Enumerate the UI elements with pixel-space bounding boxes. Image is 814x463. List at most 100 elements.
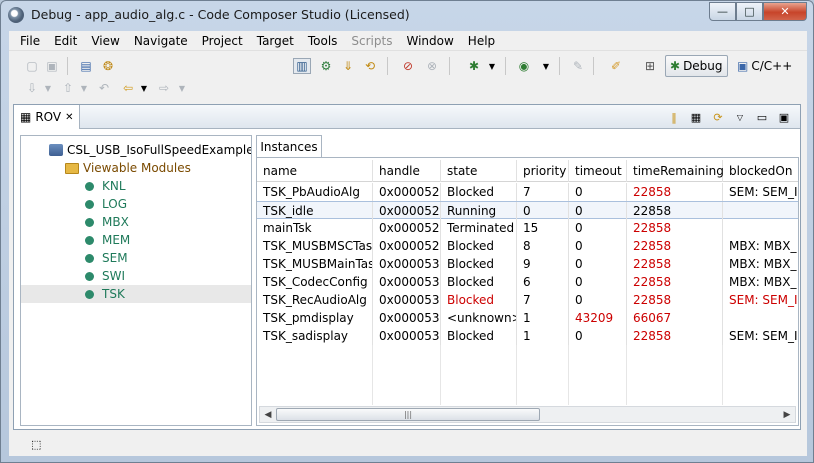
debug-bug-icon[interactable]: ✱: [465, 58, 483, 74]
table-row[interactable]: TSK_RecAudioAlg0x00005360Blocked7022858S…: [257, 291, 798, 309]
column-header-name[interactable]: name: [257, 160, 373, 182]
menu-tools[interactable]: Tools: [301, 34, 345, 48]
refresh-icon[interactable]: ⟳: [710, 109, 726, 125]
edit-icon[interactable]: ✎: [569, 58, 587, 74]
column-header-timeout[interactable]: timeout: [569, 160, 627, 182]
menu-window[interactable]: Window: [399, 34, 460, 48]
column-header-time-remaining[interactable]: timeRemaining: [627, 160, 724, 182]
close-button[interactable]: ✕: [763, 2, 807, 21]
pause-icon[interactable]: ‖: [666, 109, 682, 125]
cell-state: Running: [441, 202, 517, 220]
table-view-icon[interactable]: ▦: [688, 109, 704, 125]
menu-view[interactable]: View: [84, 34, 126, 48]
forward-dropdown-icon[interactable]: ▼: [173, 80, 191, 96]
scroll-right-icon[interactable]: ▶: [780, 408, 794, 421]
save-icon[interactable]: ▣: [43, 58, 61, 74]
run-dropdown-icon[interactable]: ▼: [537, 58, 555, 74]
search-files-icon[interactable]: ▤: [77, 58, 95, 74]
menu-help[interactable]: Help: [461, 34, 502, 48]
scrollbar-thumb[interactable]: |||: [276, 408, 540, 421]
cell-timeremaining: 22858: [627, 183, 723, 201]
fast-view-icon[interactable]: ⬚: [31, 438, 45, 452]
column-header-handle[interactable]: handle: [373, 160, 441, 182]
breakpoint-icon[interactable]: ⊘: [399, 58, 417, 74]
column-header-blocked-on[interactable]: blockedOn: [723, 160, 798, 182]
module-icon: [85, 217, 94, 227]
cell-handle: 0x000053b8: [373, 327, 441, 345]
cell-timeremaining: 22858: [627, 327, 723, 345]
tree-item-sem[interactable]: SEM: [85, 249, 251, 267]
table-row[interactable]: TSK_CodecConfig0x00005334Blocked6022858M…: [257, 273, 798, 291]
tree-item-tsk[interactable]: TSK: [21, 285, 251, 303]
cell-state: Terminated: [441, 219, 517, 237]
cell-blockedon: [723, 219, 798, 237]
next-annotation-dropdown-icon[interactable]: ▼: [39, 80, 57, 96]
table-row[interactable]: TSK_PbAudioAlg0x00005258Blocked7022858SE…: [257, 183, 798, 201]
tree-item-mbx[interactable]: MBX: [85, 213, 251, 231]
tree-item-knl[interactable]: KNL: [85, 177, 251, 195]
cell-handle: 0x0000538c: [373, 309, 441, 327]
cell-state: Blocked: [441, 327, 517, 345]
minimize-button[interactable]: —: [709, 2, 736, 21]
column-header-priority[interactable]: priority: [517, 160, 569, 182]
menu-target[interactable]: Target: [250, 34, 301, 48]
pin-icon[interactable]: ✐: [607, 58, 625, 74]
forward-icon[interactable]: ⇨: [155, 80, 173, 96]
tree-item-label: MBX: [102, 215, 129, 229]
ccpp-perspective-button[interactable]: ▣ C/C++: [733, 55, 796, 77]
cell-priority: 7: [517, 183, 569, 201]
cell-name: TSK_sadisplay: [257, 327, 373, 345]
back-dropdown-icon[interactable]: ▼: [135, 80, 153, 96]
toolbar-separator: [449, 57, 450, 75]
toolbar-separator: [387, 57, 388, 75]
open-perspective-icon[interactable]: ⊞: [641, 58, 659, 74]
minimize-view-icon[interactable]: ▭: [754, 109, 770, 125]
tree-item-swi[interactable]: SWI: [85, 267, 251, 285]
tree-item-mem[interactable]: MEM: [85, 231, 251, 249]
tab-instances[interactable]: Instances: [256, 135, 322, 157]
build-icon[interactable]: ❂: [99, 58, 117, 74]
menu-scripts[interactable]: Scripts: [344, 34, 399, 48]
cell-timeremaining: 22858: [627, 202, 723, 220]
rov-grid-icon: ▦: [20, 110, 32, 124]
last-edit-icon[interactable]: ↶: [95, 80, 113, 96]
ccpp-perspective-label: C/C++: [751, 59, 793, 73]
debug-perspective-button[interactable]: ✱ Debug: [665, 55, 728, 77]
grid-line: [516, 345, 517, 405]
remove-breakpoints-icon[interactable]: ⊗: [423, 58, 441, 74]
tree-item-log[interactable]: LOG: [85, 195, 251, 213]
menu-file[interactable]: File: [13, 34, 47, 48]
prev-annotation-dropdown-icon[interactable]: ▼: [75, 80, 93, 96]
restart-icon[interactable]: ⟲: [361, 58, 379, 74]
cell-handle: 0x000052dc: [373, 237, 441, 255]
run-icon[interactable]: ◉: [515, 58, 533, 74]
maximize-view-icon[interactable]: ▣: [776, 109, 792, 125]
table-row[interactable]: mainTsk0x000052b0Terminated15022858: [257, 219, 798, 237]
column-header-state[interactable]: state: [441, 160, 517, 182]
debug-dropdown-icon[interactable]: ▼: [483, 58, 501, 74]
cell-timeout: 0: [569, 273, 627, 291]
cell-name: TSK_idle: [257, 202, 373, 220]
load-program-icon[interactable]: ▥: [293, 58, 311, 74]
tree-group-viewable-modules[interactable]: Viewable Modules: [65, 159, 191, 177]
download-icon[interactable]: ⇓: [339, 58, 357, 74]
scroll-left-icon[interactable]: ◀: [261, 408, 275, 421]
menu-project[interactable]: Project: [195, 34, 250, 48]
table-row[interactable]: TSK_MUSBMainTask0x00005308Blocked9022858…: [257, 255, 798, 273]
table-row[interactable]: TSK_idle0x00005284Running0022858: [257, 201, 798, 220]
horizontal-scrollbar[interactable]: ◀ ||| ▶: [259, 406, 796, 423]
cell-handle: 0x000052b0: [373, 219, 441, 237]
table-row[interactable]: TSK_MUSBMSCTask0x000052dcBlocked8022858M…: [257, 237, 798, 255]
table-row[interactable]: TSK_pmdisplay0x0000538c<unknown>14320966…: [257, 309, 798, 327]
table-row[interactable]: TSK_sadisplay0x000053b8Blocked1022858SEM…: [257, 327, 798, 345]
tree-root[interactable]: CSL_USB_IsoFullSpeedExample_ezdsp: [49, 141, 251, 159]
connect-target-icon[interactable]: ⚙: [317, 58, 335, 74]
close-icon[interactable]: ✕: [65, 112, 73, 123]
tree-root-label: CSL_USB_IsoFullSpeedExample_ezdsp: [67, 143, 251, 157]
view-menu-icon[interactable]: ▽: [732, 109, 748, 125]
maximize-button[interactable]: □: [736, 2, 763, 21]
new-icon[interactable]: ▢: [23, 58, 41, 74]
menu-edit[interactable]: Edit: [47, 34, 84, 48]
rov-tab[interactable]: ▦ ROV ✕: [14, 105, 80, 129]
menu-navigate[interactable]: Navigate: [127, 34, 195, 48]
